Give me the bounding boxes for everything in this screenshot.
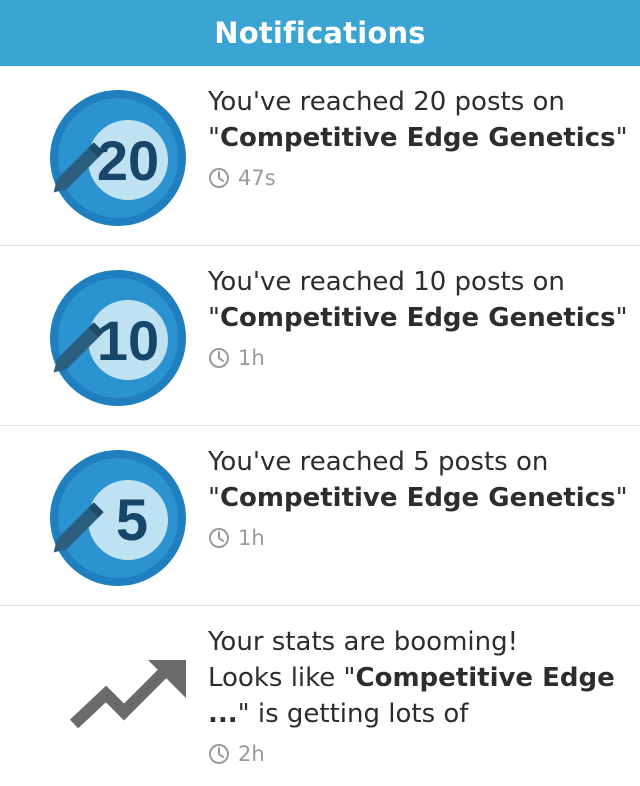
timestamp: 1h (208, 340, 628, 376)
milestone-badge-icon: 10 (48, 268, 188, 408)
notification-item[interactable]: 20 You've reached 20 posts on "Competiti… (0, 66, 640, 246)
quote-open: " (208, 123, 220, 153)
notification-message: You've reached 20 posts on (208, 87, 565, 117)
timestamp: 2h (208, 736, 628, 772)
clock-icon (209, 744, 229, 764)
header-bar: Notifications (0, 0, 640, 66)
notification-message: Your stats are booming! (208, 627, 519, 657)
notification-item[interactable]: 5 You've reached 5 posts on "Competitive… (0, 426, 640, 606)
thread-title: Competitive Edge Genetics (219, 123, 616, 153)
timestamp-label: 1h (238, 346, 265, 370)
notification-text: You've reached 10 posts on "Competitive … (208, 264, 628, 376)
notification-list: 20 You've reached 20 posts on "Competiti… (0, 66, 640, 786)
timestamp-label: 1h (238, 526, 265, 550)
clock-icon (209, 348, 229, 368)
trending-up-arrow-icon (69, 660, 186, 729)
timestamp: 1h (208, 520, 628, 556)
notification-text: You've reached 20 posts on "Competitive … (208, 84, 628, 196)
clock-icon (209, 168, 229, 188)
quote-close: " (615, 483, 628, 513)
message-suffix: " is getting lots of (237, 699, 469, 729)
page-title: Notifications (214, 16, 426, 50)
message-prefix: Looks like " (208, 663, 356, 693)
badge-number: 5 (116, 488, 148, 553)
timestamp-label: 2h (238, 742, 265, 766)
quote-open: " (208, 483, 220, 513)
badge-number: 20 (97, 129, 159, 192)
timestamp-label: 47s (238, 166, 276, 190)
quote-close: " (615, 123, 628, 153)
thread-title: Competitive Edge Genetics (219, 303, 616, 333)
thread-title: Competitive Edge Genetics (219, 483, 616, 513)
notification-item[interactable]: Your stats are booming! Looks like "Comp… (0, 606, 640, 786)
notification-text: You've reached 5 posts on "Competitive E… (208, 444, 628, 556)
quote-close: " (615, 303, 628, 333)
notification-text: Your stats are booming! Looks like "Comp… (208, 624, 628, 772)
notification-item[interactable]: 10 You've reached 10 posts on "Competiti… (0, 246, 640, 426)
notification-message: You've reached 5 posts on (208, 447, 549, 477)
milestone-badge-icon: 20 (48, 88, 188, 228)
notification-message: You've reached 10 posts on (208, 267, 565, 297)
clock-icon (209, 528, 229, 548)
badge-number: 10 (97, 309, 159, 372)
quote-open: " (208, 303, 220, 333)
milestone-badge-icon: 5 (48, 448, 188, 588)
timestamp: 47s (208, 160, 628, 196)
